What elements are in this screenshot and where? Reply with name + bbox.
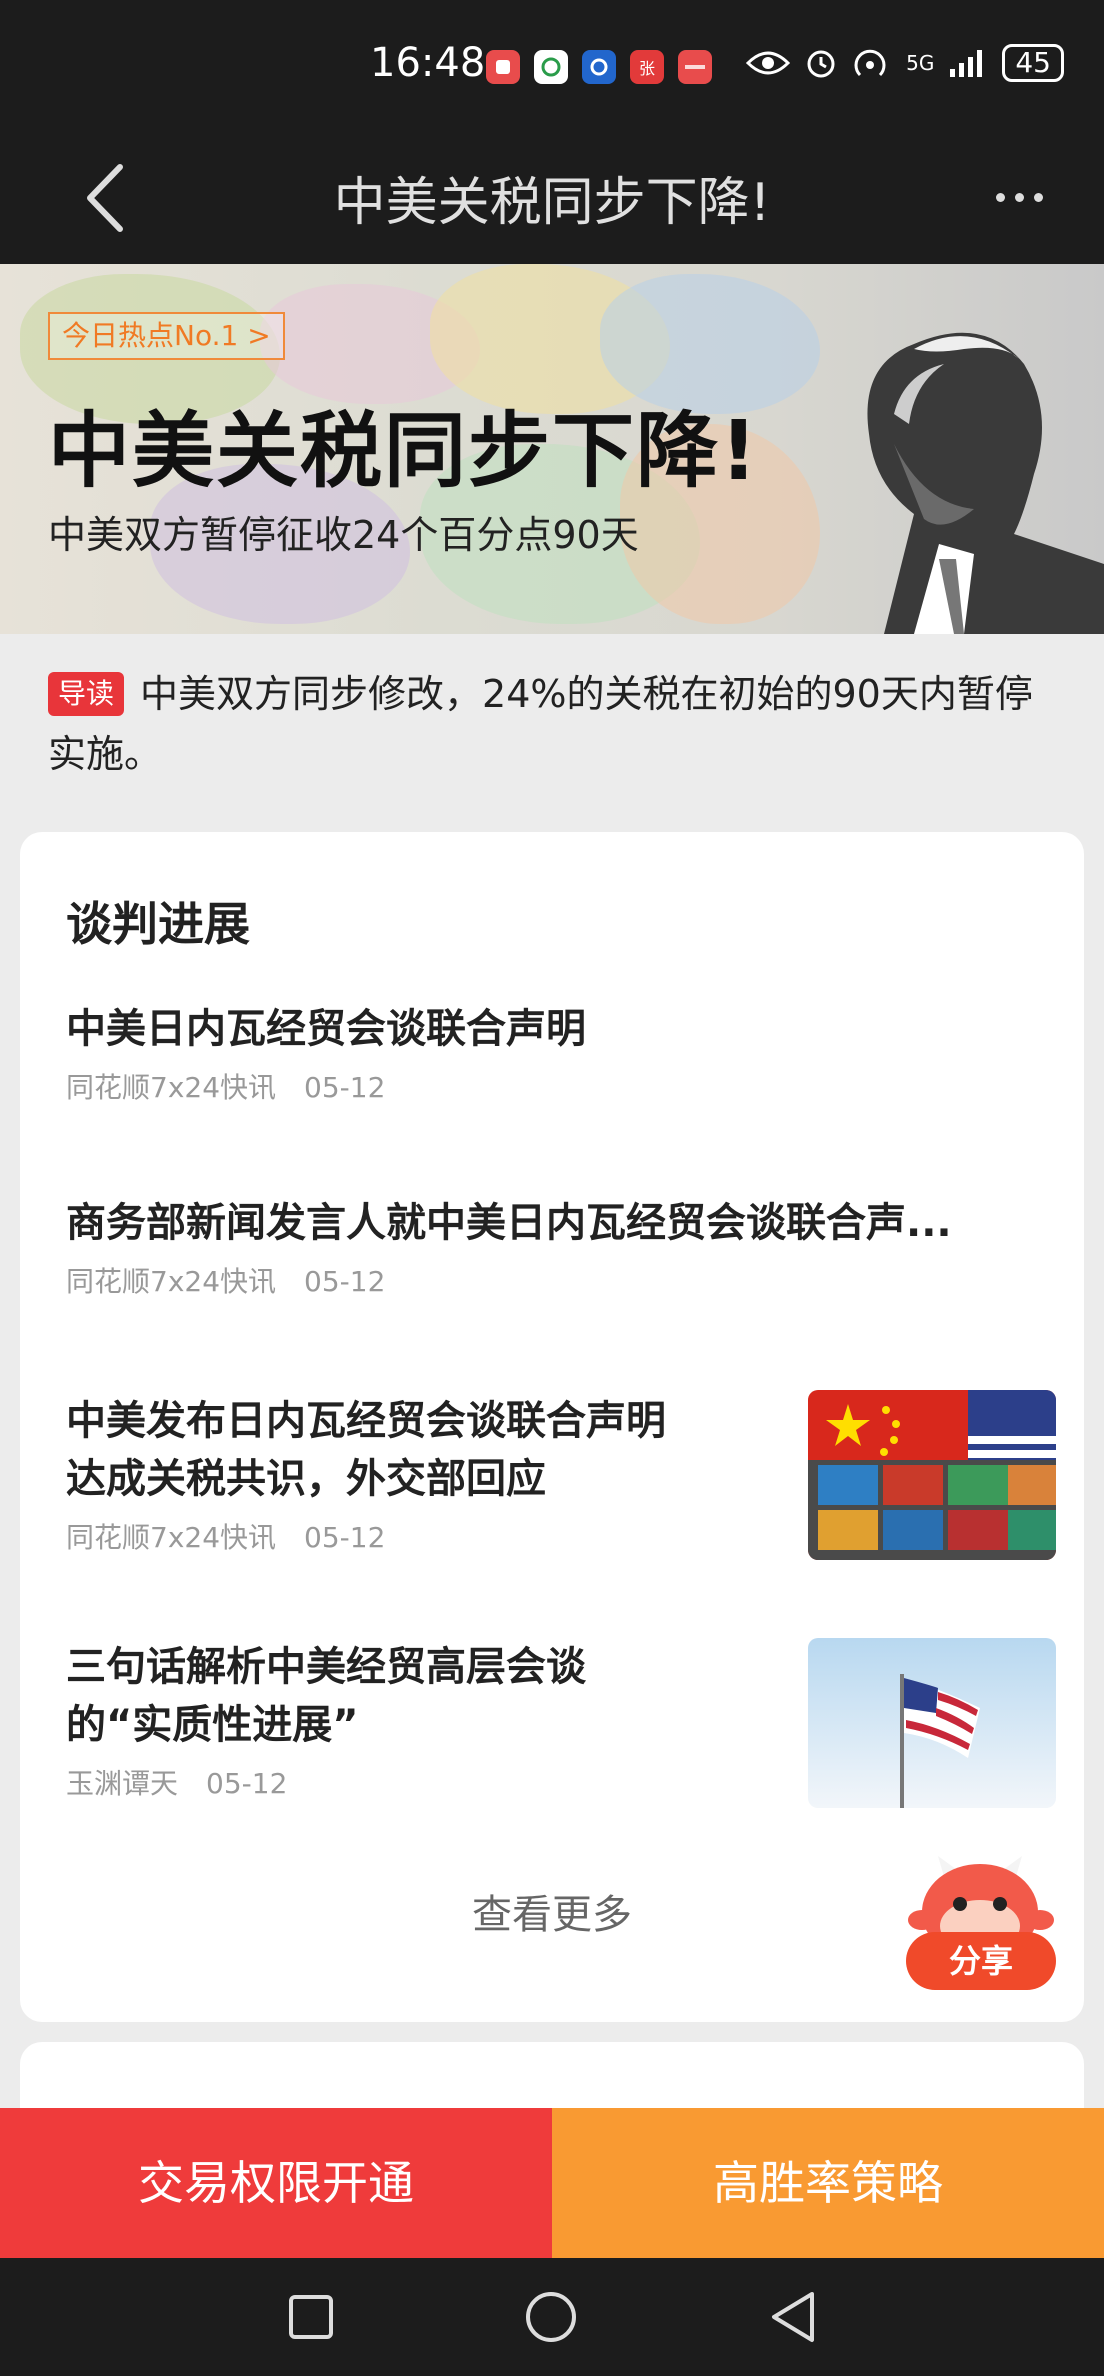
- news-thumbnail-containers: [808, 1390, 1056, 1560]
- news-title: 商务部新闻发言人就中美日内瓦经贸会谈联合声...: [66, 1200, 952, 1246]
- hotspot-icon: [854, 49, 886, 77]
- app-zhang-icon: 张: [630, 50, 664, 84]
- share-float-button[interactable]: 分享: [900, 1850, 1070, 2000]
- portrait-image: [867, 332, 1104, 634]
- status-time: 16:48: [370, 40, 486, 86]
- news-source: 同花顺7x24快讯: [66, 1265, 277, 1298]
- eye-icon: [746, 51, 791, 75]
- hero-banner: 今日热点No.1 > 中美关税同步下降! 中美双方暂停征收24个百分点90天: [0, 264, 1104, 634]
- back-nav-icon[interactable]: [760, 2284, 826, 2350]
- recent-apps-icon[interactable]: [278, 2284, 344, 2350]
- high-win-rate-strategy-button[interactable]: 高胜率策略: [552, 2108, 1104, 2258]
- banner-title: 中美关税同步下降!: [48, 404, 760, 499]
- system-icons: 5G 45: [746, 44, 1064, 82]
- app-huawei-icon: [678, 50, 712, 84]
- news-source: 同花顺7x24快讯: [66, 1071, 277, 1104]
- alarm-icon: [807, 50, 835, 78]
- intro-badge: 导读: [48, 672, 125, 716]
- negotiation-progress-card: 谈判进展 中美日内瓦经贸会谈联合声明 同花顺7x24快讯 05-12 商务部新闻发…: [20, 832, 1084, 2022]
- news-item[interactable]: 中美发布日内瓦经贸会谈联合声明 达成关税共识，外交部回应 同花顺7x24快讯 05…: [66, 1390, 1056, 1560]
- system-nav-bar: [0, 2258, 1104, 2376]
- home-icon[interactable]: [518, 2284, 584, 2350]
- app-green-icon: [534, 50, 568, 84]
- news-meta: 同花顺7x24快讯 05-12: [66, 1260, 1056, 1300]
- status-bar: 16:48 张 5G 45: [0, 0, 1104, 132]
- news-date: 05-12: [304, 1071, 386, 1104]
- intro-text: 中美双方同步修改，24%的关税在初始的90天内暂停实施。: [48, 672, 1033, 776]
- share-label: 分享: [906, 1932, 1056, 1990]
- app-blue-icon: [582, 50, 616, 84]
- hot-topic-tag[interactable]: 今日热点No.1 >: [48, 312, 285, 360]
- signal-icon: [950, 50, 983, 77]
- news-source: 玉渊谭天: [66, 1767, 179, 1800]
- news-thumbnail-flag: [808, 1638, 1056, 1808]
- title-bar: 中美关税同步下降!: [0, 132, 1104, 264]
- news-source: 同花顺7x24快讯: [66, 1521, 277, 1554]
- battery-level: 45: [1002, 44, 1064, 82]
- news-item[interactable]: 三句话解析中美经贸高层会谈 的“实质性进展” 玉渊谭天 05-12: [66, 1638, 1056, 1808]
- open-trading-permission-button[interactable]: 交易权限开通: [0, 2108, 552, 2258]
- news-date: 05-12: [304, 1521, 386, 1554]
- page-title: 中美关税同步下降!: [333, 173, 771, 233]
- news-date: 05-12: [206, 1767, 288, 1800]
- news-item[interactable]: 中美日内瓦经贸会谈联合声明 同花顺7x24快讯 05-12: [66, 1000, 1056, 1106]
- notification-icons: 张: [486, 50, 712, 84]
- news-item[interactable]: 商务部新闻发言人就中美日内瓦经贸会谈联合声... 同花顺7x24快讯 05-12: [66, 1194, 1056, 1300]
- news-meta: 同花顺7x24快讯 05-12: [66, 1066, 1056, 1106]
- news-title: 中美日内瓦经贸会谈联合声明: [66, 1006, 586, 1052]
- intro-summary: 导读 中美双方同步修改，24%的关税在初始的90天内暂停实施。: [48, 664, 1058, 784]
- news-date: 05-12: [304, 1265, 386, 1298]
- bottom-action-bar: 交易权限开通 高胜率策略: [0, 2108, 1104, 2258]
- more-options-icon[interactable]: [974, 162, 1064, 232]
- app-red-icon: [486, 50, 520, 84]
- network-label: 5G: [906, 51, 935, 75]
- section-title: 谈判进展: [66, 897, 250, 951]
- banner-subtitle: 中美双方暂停征收24个百分点90天: [48, 513, 639, 557]
